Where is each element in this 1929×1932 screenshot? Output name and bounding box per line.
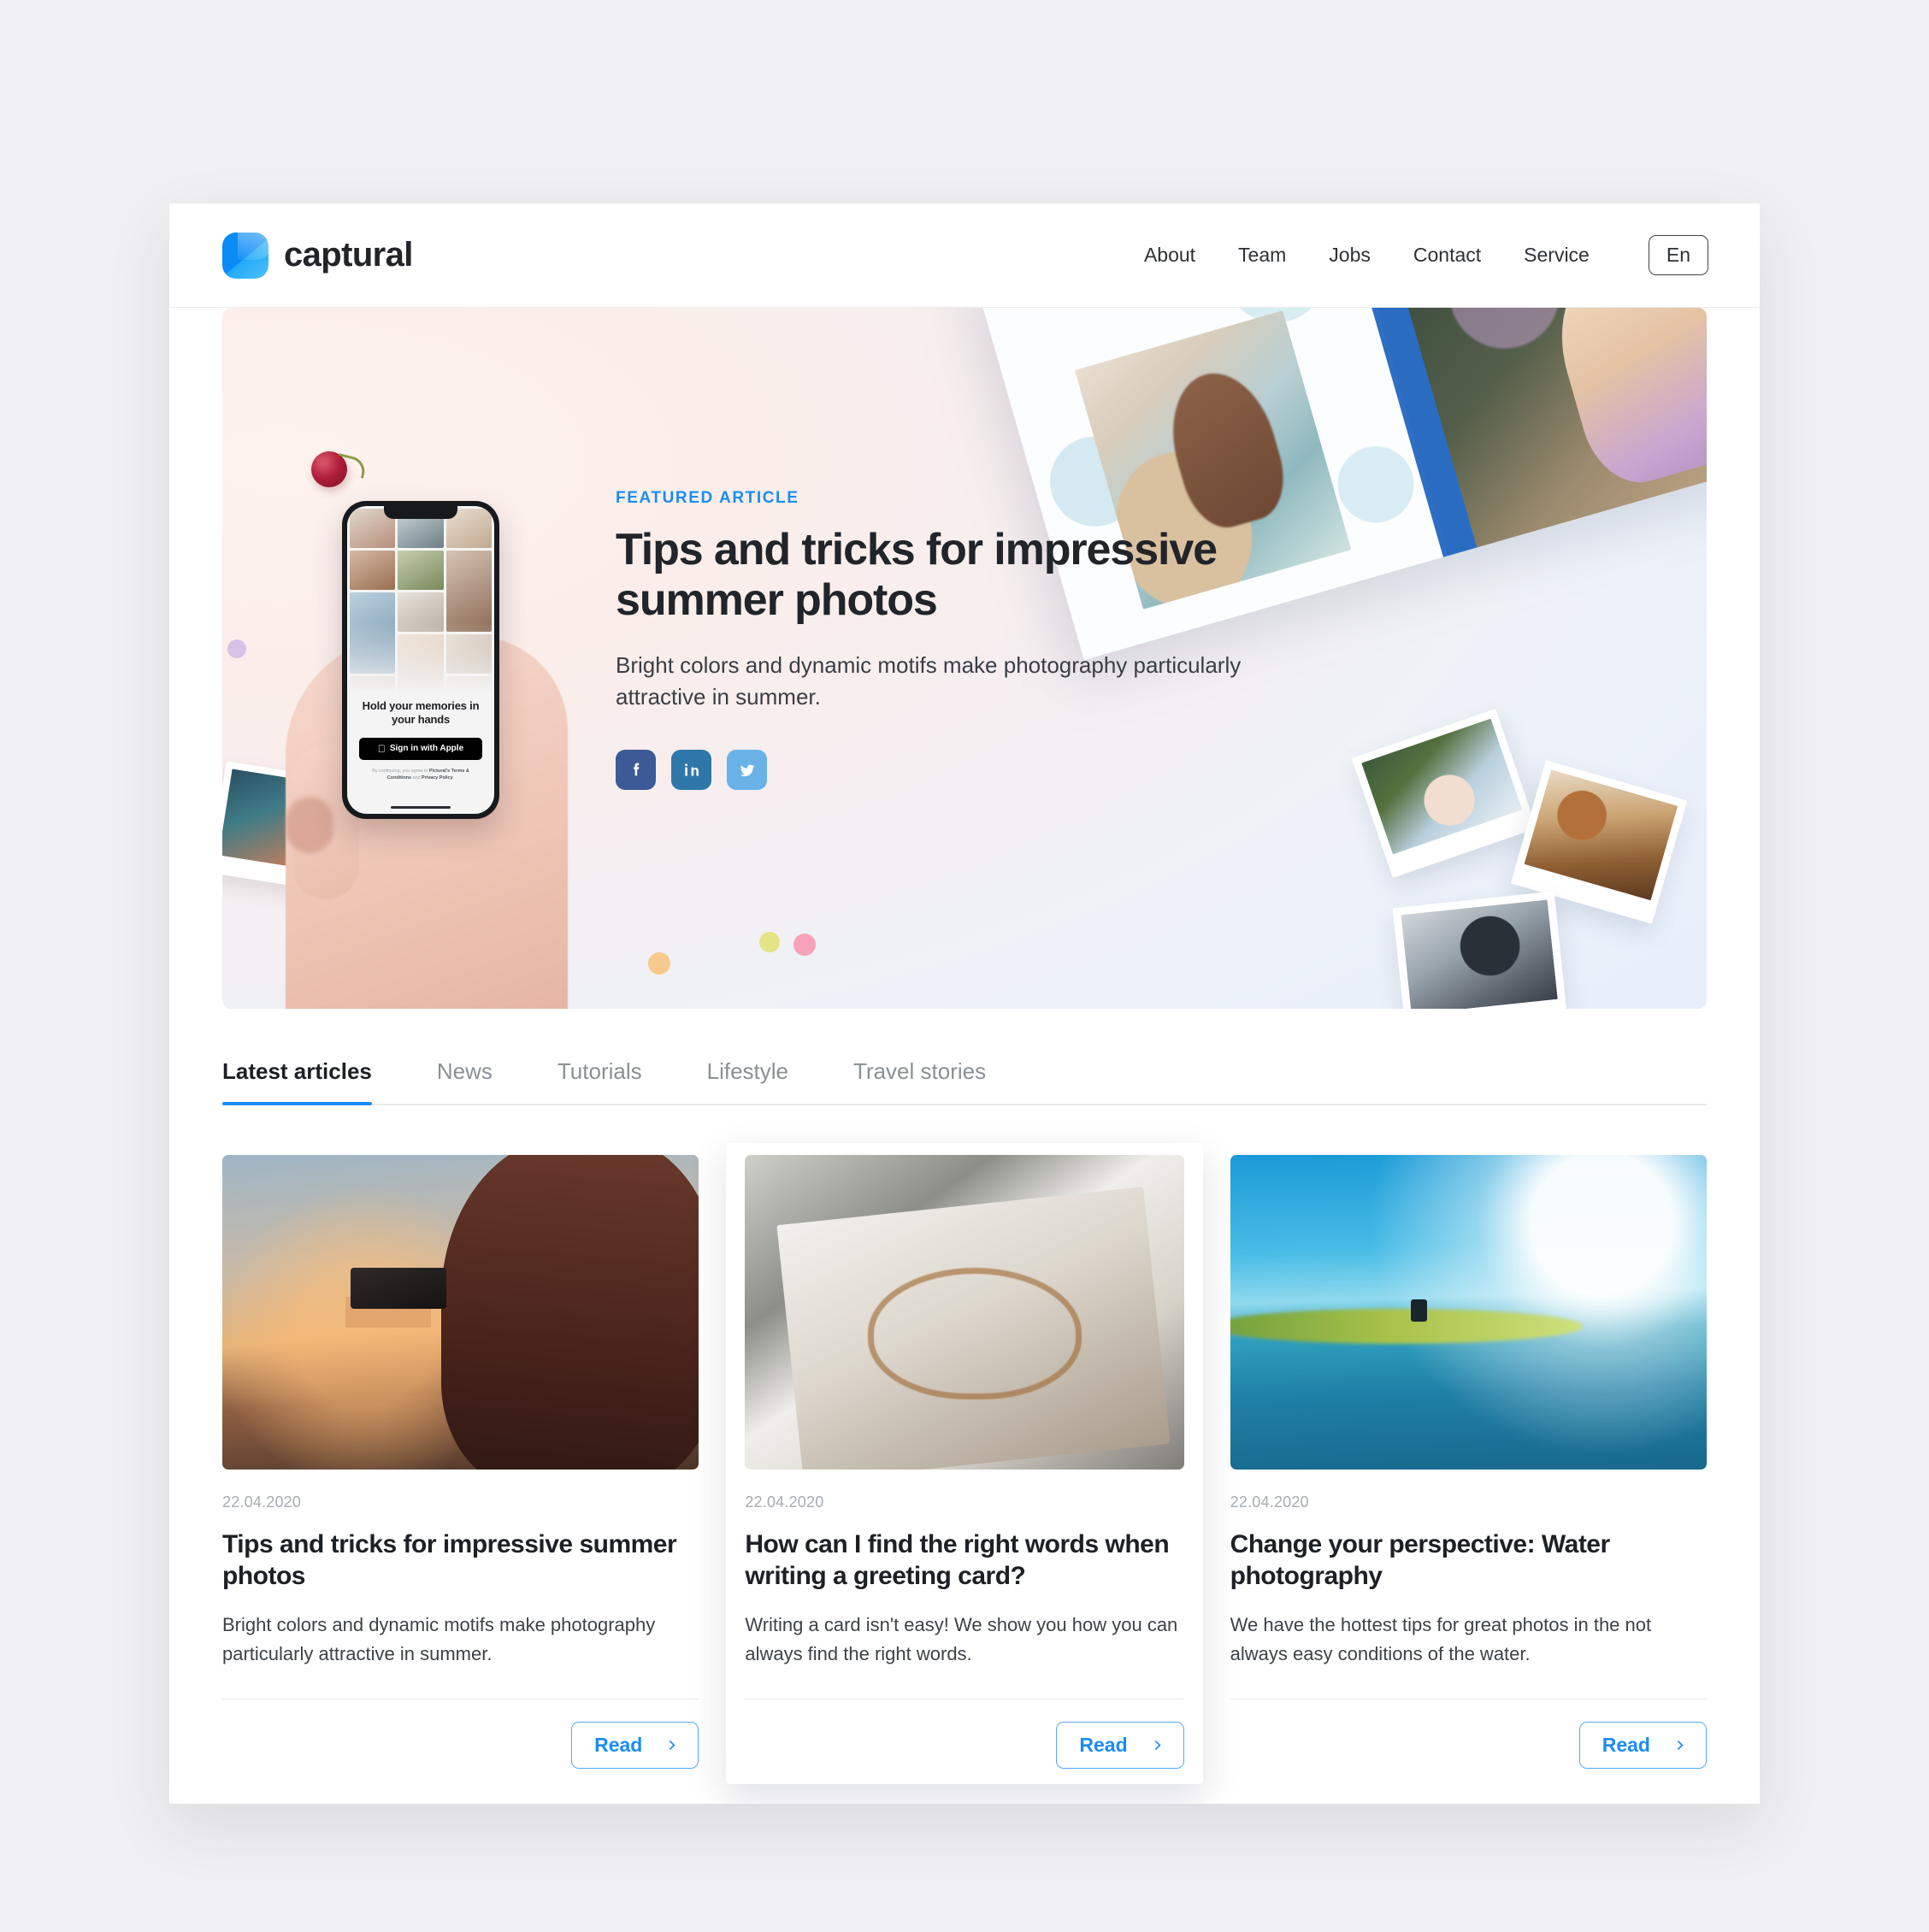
nav-item-contact[interactable]: Contact <box>1392 235 1502 275</box>
language-selector[interactable]: En <box>1648 235 1708 275</box>
category-tabs: Latest articles News Tutorials Lifestyle… <box>222 1050 1707 1105</box>
article-thumbnail[interactable] <box>745 1155 1184 1470</box>
confetti-dot-lime <box>759 932 780 952</box>
fine-print-privacy-link[interactable]: Privacy Policy <box>422 775 453 780</box>
article-date: 22.04.2020 <box>745 1493 824 1511</box>
read-button-label: Read <box>1079 1734 1128 1757</box>
fine-print-end: . <box>452 775 455 780</box>
article-date: 22.04.2020 <box>222 1493 302 1511</box>
article-card[interactable]: 22.04.2020 How can I find the right word… <box>726 1143 1203 1785</box>
website-frame: captural About Team Jobs Contact Service… <box>169 203 1760 1804</box>
article-card[interactable]: 22.04.2020 Change your perspective: Wate… <box>1230 1155 1707 1772</box>
featured-article-eyebrow: FEATURED ARTICLE <box>616 489 799 507</box>
fine-print-lead: By continuing, you agree to <box>372 768 430 774</box>
cherry-decoration <box>311 451 369 491</box>
article-thumbnail[interactable] <box>222 1155 699 1470</box>
article-date: 22.04.2020 <box>1230 1493 1309 1511</box>
site-header: captural About Team Jobs Contact Service… <box>169 203 1760 308</box>
phone-home-indicator <box>391 806 451 809</box>
hero-title: Tips and tricks for impressive summer ph… <box>616 525 1218 625</box>
card-footer: Read <box>222 1699 699 1770</box>
nav-item-service[interactable]: Service <box>1502 235 1611 275</box>
brand-name: captural <box>284 236 413 274</box>
article-title: How can I find the right words when writ… <box>745 1530 1170 1591</box>
article-excerpt: Writing a card isn't easy! We show you h… <box>745 1614 1178 1664</box>
sign-in-with-apple-label: Sign in with Apple <box>386 744 463 753</box>
captural-logo-icon <box>222 232 268 279</box>
article-title: Change your perspective: Water photograp… <box>1230 1530 1611 1591</box>
read-button[interactable]: Read <box>1056 1722 1184 1770</box>
polaroid-photo-3 <box>1392 891 1568 1009</box>
article-thumbnail[interactable] <box>1230 1155 1707 1470</box>
fine-print-mid: and <box>411 775 422 780</box>
hero-banner: Hold your memories in your hands  Sign … <box>222 308 1707 1009</box>
tab-tutorials[interactable]: Tutorials <box>557 1050 642 1104</box>
tab-latest-articles[interactable]: Latest articles <box>222 1050 372 1105</box>
confetti-dot-violet <box>227 639 246 658</box>
card-footer: Read <box>745 1699 1184 1770</box>
article-card-grid: 22.04.2020 Tips and tricks for impressiv… <box>222 1143 1707 1785</box>
read-button-label: Read <box>594 1734 643 1757</box>
phone-fine-print: By continuing, you agree to Pictural's T… <box>361 768 481 782</box>
nav-item-jobs[interactable]: Jobs <box>1307 235 1392 275</box>
chevron-right-icon <box>1154 1741 1161 1751</box>
linkedin-icon[interactable] <box>671 750 711 791</box>
social-share-row <box>616 750 1248 791</box>
facebook-icon[interactable] <box>616 750 656 791</box>
brand-logo[interactable]: captural <box>222 232 413 279</box>
apple-icon:  <box>378 744 386 754</box>
confetti-dot-orange <box>648 952 670 975</box>
nav-item-team[interactable]: Team <box>1217 235 1307 275</box>
article-card[interactable]: 22.04.2020 Tips and tricks for impressiv… <box>222 1155 699 1772</box>
read-button-label: Read <box>1602 1734 1650 1757</box>
phone-notch <box>384 506 457 519</box>
tab-news[interactable]: News <box>437 1050 493 1104</box>
hero-text-block: FEATURED ARTICLE Tips and tricks for imp… <box>616 489 1248 791</box>
read-button[interactable]: Read <box>1578 1722 1707 1770</box>
article-title: Tips and tricks for impressive summer ph… <box>222 1530 677 1591</box>
nav-item-about[interactable]: About <box>1123 235 1217 275</box>
article-excerpt: We have the hottest tips for great photo… <box>1230 1614 1652 1664</box>
twitter-icon[interactable] <box>727 750 767 791</box>
chevron-right-icon <box>1677 1741 1684 1751</box>
phone-screen: Hold your memories in your hands  Sign … <box>347 506 494 814</box>
hero-subtitle: Bright colors and dynamic motifs make ph… <box>616 651 1242 710</box>
tab-travel-stories[interactable]: Travel stories <box>853 1050 986 1104</box>
tab-lifestyle[interactable]: Lifestyle <box>707 1050 788 1104</box>
chevron-right-icon <box>670 1741 675 1751</box>
phone-headline: Hold your memories in your hands <box>362 699 480 727</box>
sign-in-with-apple-button[interactable]:  Sign in with Apple <box>359 737 482 760</box>
read-button[interactable]: Read <box>571 1722 699 1770</box>
article-excerpt: Bright colors and dynamic motifs make ph… <box>222 1614 656 1664</box>
card-footer: Read <box>1230 1699 1707 1770</box>
main-navigation: About Team Jobs Contact Service En <box>1123 235 1708 275</box>
phone-photo-grid <box>347 506 494 716</box>
polaroid-photo-1 <box>1351 709 1537 878</box>
phone-mockup: Hold your memories in your hands  Sign … <box>342 501 499 819</box>
photo-book-photo-2 <box>1395 308 1707 556</box>
confetti-dot-pink <box>793 934 816 956</box>
